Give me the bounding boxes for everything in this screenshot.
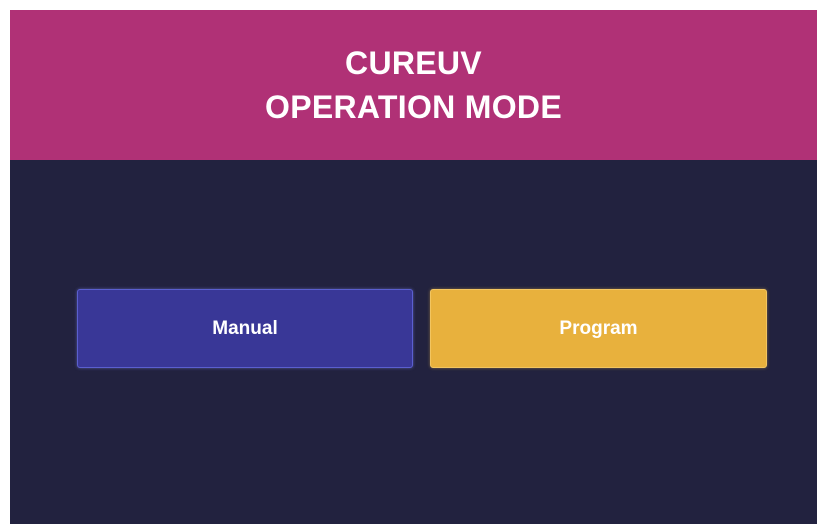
manual-mode-label: Manual — [212, 317, 278, 339]
manual-mode-button[interactable]: Manual — [77, 289, 413, 368]
page-title: OPERATION MODE — [265, 89, 562, 125]
operation-mode-screen: CUREUV OPERATION MODE Manual Program — [10, 10, 817, 524]
header-banner: CUREUV OPERATION MODE — [10, 10, 817, 160]
program-mode-label: Program — [559, 317, 638, 339]
app-title: CUREUV — [345, 45, 482, 81]
program-mode-button[interactable]: Program — [430, 289, 767, 368]
